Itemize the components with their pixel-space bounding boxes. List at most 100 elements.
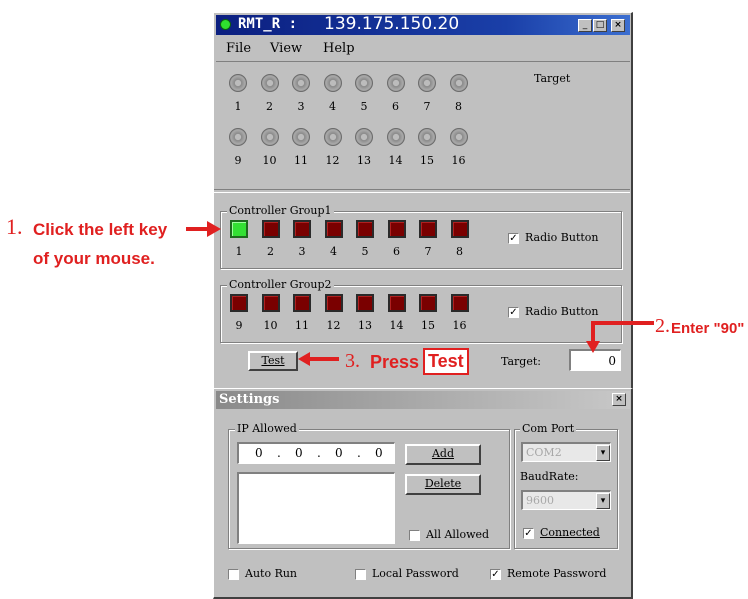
ip-allowed-list[interactable] bbox=[237, 472, 395, 544]
com-port-select[interactable]: COM2 ▾ bbox=[521, 442, 611, 462]
controller-key[interactable] bbox=[261, 294, 280, 312]
settings-close-button[interactable]: × bbox=[612, 393, 626, 406]
add-button[interactable]: Add bbox=[405, 444, 481, 465]
controller-key[interactable] bbox=[230, 220, 248, 238]
chevron-down-icon[interactable]: ▾ bbox=[596, 445, 610, 461]
controller-number: 11 bbox=[295, 319, 309, 332]
connected-label: Connected bbox=[540, 526, 600, 539]
delete-button[interactable]: Delete bbox=[405, 474, 481, 495]
controller-key[interactable] bbox=[387, 220, 406, 238]
controller-key[interactable] bbox=[419, 294, 437, 312]
menu-file[interactable]: File bbox=[226, 41, 251, 56]
target-led-5[interactable]: 5 bbox=[354, 72, 376, 116]
controller-number: 5 bbox=[361, 245, 369, 258]
target-number: 1 bbox=[234, 100, 242, 113]
baud-rate-select[interactable]: 9600 ▾ bbox=[521, 490, 611, 510]
controller-key[interactable] bbox=[419, 220, 437, 238]
chevron-down-icon[interactable]: ▾ bbox=[596, 493, 610, 509]
target-led-indicator bbox=[229, 74, 247, 92]
maximize-button[interactable]: □ bbox=[593, 19, 607, 32]
settings-window: Settings × IP Allowed 0 . 0 . 0 . 0 Add … bbox=[213, 388, 633, 599]
controller-key[interactable] bbox=[450, 220, 469, 238]
target-led-13[interactable]: 13 bbox=[354, 126, 376, 170]
local-password-label: Local Password bbox=[372, 567, 459, 580]
all-allowed-checkbox[interactable] bbox=[409, 530, 420, 541]
target-number: 14 bbox=[388, 154, 403, 167]
controller-key[interactable] bbox=[324, 220, 343, 238]
target-led-8[interactable]: 8 bbox=[449, 72, 471, 116]
ip-dot-3: . bbox=[357, 446, 361, 460]
remote-password-checkbox[interactable]: ✓ bbox=[490, 569, 501, 580]
menu-help[interactable]: Help bbox=[323, 41, 355, 56]
target-number: 10 bbox=[262, 154, 277, 167]
controller-key-3[interactable]: 3 bbox=[292, 220, 314, 264]
target-led-11[interactable]: 11 bbox=[291, 126, 313, 170]
target-led-15[interactable]: 15 bbox=[417, 126, 439, 170]
minimize-button[interactable]: _ bbox=[578, 19, 592, 32]
target-led-indicator bbox=[260, 128, 279, 146]
step2-arrow-shaft-vertical bbox=[591, 321, 595, 343]
controller-key-8[interactable]: 8 bbox=[450, 220, 472, 264]
controller-key-5[interactable]: 5 bbox=[355, 220, 377, 264]
target-led-3[interactable]: 3 bbox=[291, 72, 313, 116]
settings-title-bar[interactable]: Settings × bbox=[216, 391, 630, 409]
target-led-1[interactable]: 1 bbox=[228, 72, 250, 116]
controller-key-11[interactable]: 11 bbox=[292, 294, 314, 338]
controller-key[interactable] bbox=[356, 220, 374, 238]
controller-key-12[interactable]: 12 bbox=[324, 294, 346, 338]
controller-key-1[interactable]: 1 bbox=[229, 220, 251, 264]
target-panel: Target 12345678 9 10 11 12 13 14 15 16 bbox=[216, 61, 630, 190]
connected-checkbox[interactable]: ✓ bbox=[523, 528, 534, 539]
radio-button-checkbox-1[interactable]: ✓ bbox=[508, 233, 519, 244]
controller-key[interactable] bbox=[261, 220, 280, 238]
controller-key-16[interactable]: 16 bbox=[450, 294, 472, 338]
controller-key-6[interactable]: 6 bbox=[387, 220, 409, 264]
step2-text: Enter "90" bbox=[671, 320, 745, 337]
controller-key[interactable] bbox=[230, 294, 248, 312]
controller-key-9[interactable]: 9 bbox=[229, 294, 251, 338]
controller-key[interactable] bbox=[450, 294, 469, 312]
auto-run-checkbox[interactable] bbox=[228, 569, 239, 580]
step1-arrow-head bbox=[207, 221, 221, 237]
target-led-indicator bbox=[229, 128, 247, 146]
controller-key-7[interactable]: 7 bbox=[418, 220, 440, 264]
menu-view[interactable]: View bbox=[270, 41, 302, 56]
controller-key-13[interactable]: 13 bbox=[355, 294, 377, 338]
ip-octet-1: 0 bbox=[255, 446, 263, 460]
target-led-12[interactable]: 12 bbox=[323, 126, 345, 170]
target-number: 7 bbox=[423, 100, 431, 113]
controller-key[interactable] bbox=[324, 294, 343, 312]
target-led-indicator bbox=[418, 128, 436, 146]
title-bar[interactable]: RMT_R : 139.175.150.20 _ □ × bbox=[216, 14, 630, 35]
test-button[interactable]: Test bbox=[248, 351, 298, 371]
local-password-checkbox[interactable] bbox=[355, 569, 366, 580]
controller-key[interactable] bbox=[293, 220, 311, 238]
controller-key-14[interactable]: 14 bbox=[387, 294, 409, 338]
target-led-10[interactable]: 10 bbox=[260, 126, 282, 170]
controller-number: 1 bbox=[235, 245, 243, 258]
controller-key[interactable] bbox=[293, 294, 311, 312]
target-led-6[interactable]: 6 bbox=[386, 72, 408, 116]
close-button[interactable]: × bbox=[611, 19, 625, 32]
target-led-7[interactable]: 7 bbox=[417, 72, 439, 116]
controller-key[interactable] bbox=[356, 294, 374, 312]
target-led-14[interactable]: 14 bbox=[386, 126, 408, 170]
target-led-16[interactable]: 16 bbox=[449, 126, 471, 170]
radio-button-checkbox-2[interactable]: ✓ bbox=[508, 307, 519, 318]
controller-key-2[interactable]: 2 bbox=[261, 220, 283, 264]
controller-number: 9 bbox=[235, 319, 243, 332]
controller-key-15[interactable]: 15 bbox=[418, 294, 440, 338]
controller-key-4[interactable]: 4 bbox=[324, 220, 346, 264]
controller-key[interactable] bbox=[387, 294, 406, 312]
target-led-2[interactable]: 2 bbox=[260, 72, 282, 116]
ip-octet-3: 0 bbox=[335, 446, 343, 460]
target-number: 5 bbox=[360, 100, 368, 113]
step1-number: 1. bbox=[6, 214, 23, 239]
ip-address-input[interactable]: 0 . 0 . 0 . 0 bbox=[237, 442, 395, 464]
controller-group-1-label: Controller Group1 bbox=[227, 204, 334, 217]
target-led-9[interactable]: 9 bbox=[228, 126, 250, 170]
target-led-4[interactable]: 4 bbox=[323, 72, 345, 116]
controller-key-10[interactable]: 10 bbox=[261, 294, 283, 338]
target-led-indicator bbox=[292, 74, 310, 92]
com-port-label: Com Port bbox=[520, 422, 577, 435]
